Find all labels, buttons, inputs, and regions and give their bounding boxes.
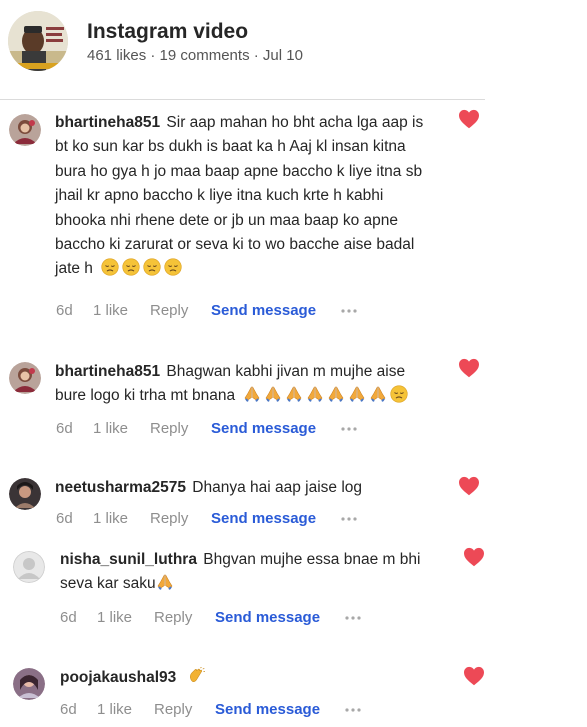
like-count[interactable]: 1 like — [93, 302, 128, 319]
more-options-icon[interactable] — [340, 308, 358, 314]
comment-text: poojakaushal93 — [60, 666, 460, 690]
heart-icon[interactable] — [458, 109, 480, 129]
avatar[interactable] — [9, 114, 41, 146]
comment-line: baccho ki zarurat or seva ki to wo bacch… — [55, 236, 415, 254]
more-options-icon[interactable] — [344, 707, 362, 713]
heart-icon[interactable] — [463, 666, 485, 686]
comment-time: 6d — [56, 510, 73, 527]
comment-username[interactable]: neetusharma2575 — [55, 479, 186, 496]
heart-icon[interactable] — [463, 547, 485, 567]
comment-item: neetusharma2575 Dhanya hai aap jaise log… — [0, 476, 587, 536]
folded-hands-emoji — [264, 385, 282, 403]
comment-line: jhail kr apno baccho k liye itna kuch kr… — [55, 187, 384, 205]
like-count[interactable]: 1 like — [93, 420, 128, 437]
comment-actions: 6d 1 like Reply Send message — [0, 701, 587, 721]
pensive-face-emoji — [143, 258, 161, 276]
like-count[interactable]: 1 like — [97, 609, 132, 626]
send-message-button[interactable]: Send message — [215, 609, 320, 626]
comment-text: bhartineha851 Sir aap mahan ho bht acha … — [55, 111, 455, 282]
comment-username[interactable]: nisha_sunil_luthra — [60, 551, 197, 568]
reply-button[interactable]: Reply — [150, 420, 188, 437]
comment-line: Dhanya hai aap jaise log — [192, 479, 363, 496]
comment-line: Sir aap mahan ho bht acha lga aap is — [166, 114, 424, 131]
comment-item: bhartineha851 Bhagwan kabhi jivan m mujh… — [0, 357, 587, 447]
pensive-face-emoji — [164, 258, 182, 276]
avatar[interactable] — [13, 668, 45, 700]
post-meta: 461 likes · 19 comments · Jul 10 — [87, 47, 303, 64]
folded-hands-emoji — [156, 573, 174, 591]
send-message-button[interactable]: Send message — [211, 302, 316, 319]
comment-line: bhooka nhi rhene dete or jb un maa baap … — [55, 211, 398, 229]
pensive-face-emoji — [101, 258, 119, 276]
reply-button[interactable]: Reply — [154, 609, 192, 626]
send-message-button[interactable]: Send message — [211, 420, 316, 437]
send-message-button[interactable]: Send message — [215, 701, 320, 718]
comment-line: bura ho gya h jo maa baap apne baccho k … — [55, 162, 423, 180]
more-options-icon[interactable] — [344, 615, 362, 621]
more-options-icon[interactable] — [340, 516, 358, 522]
avatar[interactable] — [13, 551, 45, 583]
like-count[interactable]: 1 like — [97, 701, 132, 718]
reply-button[interactable]: Reply — [150, 510, 188, 527]
comment-text: nisha_sunil_luthra Bhgvan mujhe essa bna… — [60, 548, 460, 597]
comment-time: 6d — [60, 609, 77, 626]
comment-line: Bhagwan kabhi jivan m mujhe aise — [166, 363, 406, 380]
video-thumbnail-image — [8, 11, 68, 71]
folded-hands-emoji — [285, 385, 303, 403]
comment-line: seva kar saku — [60, 575, 156, 593]
comment-text: bhartineha851 Bhagwan kabhi jivan m mujh… — [55, 360, 455, 409]
more-options-icon[interactable] — [340, 426, 358, 432]
folded-hands-emoji — [306, 385, 324, 403]
comment-time: 6d — [56, 302, 73, 319]
heart-icon[interactable] — [458, 358, 480, 378]
comment-item: poojakaushal93 6d 1 like Reply Send mess… — [0, 666, 587, 726]
comment-line: bt ko sun kar bs dukh is baat ka h Aaj k… — [55, 138, 406, 156]
heart-icon[interactable] — [458, 476, 480, 496]
comment-text: neetusharma2575 Dhanya hai aap jaise log — [55, 476, 455, 500]
send-message-button[interactable]: Send message — [211, 510, 316, 527]
like-count[interactable]: 1 like — [93, 510, 128, 527]
folded-hands-emoji — [243, 385, 261, 403]
folded-hands-emoji — [327, 385, 345, 403]
avatar[interactable] — [9, 362, 41, 394]
post-header: Instagram video 461 likes · 19 comments … — [0, 0, 587, 100]
comment-actions: 6d 1 like Reply Send message — [0, 510, 587, 530]
comment-username[interactable]: bhartineha851 — [55, 114, 160, 131]
comment-time: 6d — [60, 701, 77, 718]
reply-button[interactable]: Reply — [154, 701, 192, 718]
avatar[interactable] — [9, 478, 41, 510]
comment-line: bure logo ki trha mt bnana — [55, 387, 236, 405]
video-thumbnail[interactable] — [8, 11, 68, 71]
post-title: Instagram video — [87, 20, 249, 43]
clapping-hands-emoji — [187, 667, 205, 685]
reply-button[interactable]: Reply — [150, 302, 188, 319]
pensive-face-emoji — [390, 385, 408, 403]
comment-actions: 6d 1 like Reply Send message — [0, 420, 587, 440]
comment-time: 6d — [56, 420, 73, 437]
folded-hands-emoji — [348, 385, 366, 403]
comment-actions: 6d 1 like Reply Send message — [0, 609, 587, 629]
comment-username[interactable]: poojakaushal93 — [60, 669, 176, 686]
pensive-face-emoji — [122, 258, 140, 276]
divider — [0, 99, 485, 100]
comment-username[interactable]: bhartineha851 — [55, 363, 160, 380]
comment-actions: 6d 1 like Reply Send message — [0, 302, 587, 322]
comment-item: nisha_sunil_luthra Bhgvan mujhe essa bna… — [0, 547, 587, 637]
comment-line: jate h — [55, 260, 93, 278]
comment-line: Bhgvan mujhe essa bnae m bhi — [203, 551, 421, 568]
comment-item: bhartineha851 Sir aap mahan ho bht acha … — [0, 108, 587, 328]
folded-hands-emoji — [369, 385, 387, 403]
